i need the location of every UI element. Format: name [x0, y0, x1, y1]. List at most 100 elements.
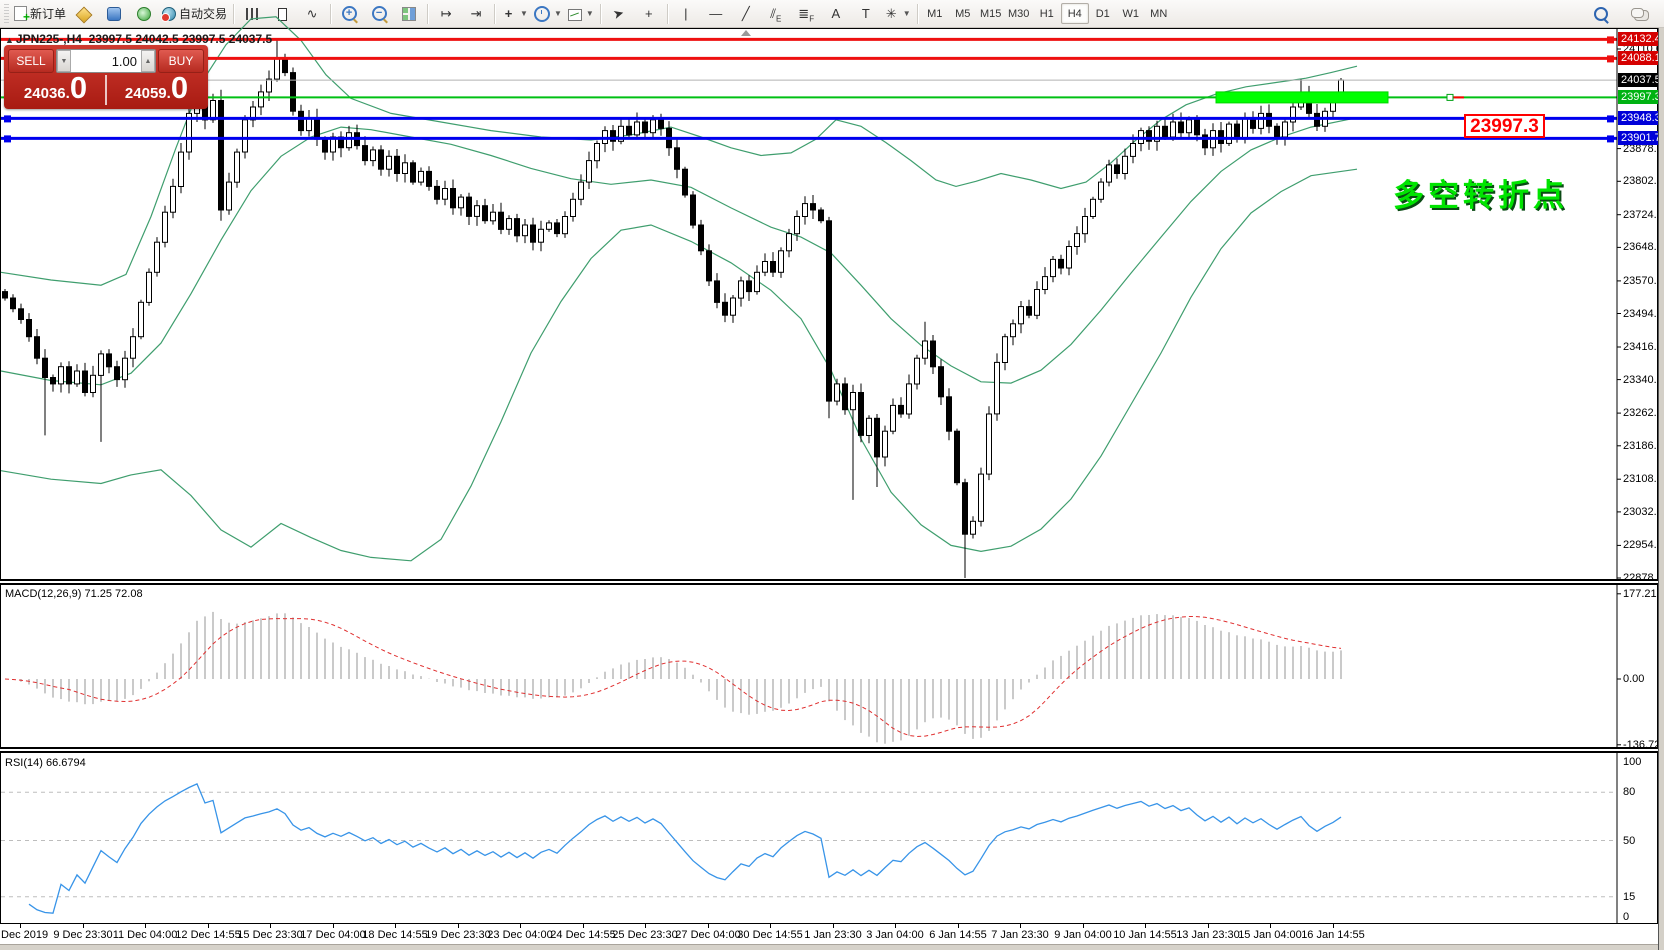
hline-button[interactable]: —: [701, 2, 731, 26]
time-tick-mark: [770, 924, 771, 928]
timeframe-button-h4[interactable]: H4: [1061, 3, 1089, 24]
price-axis-tick: 23032.0: [1623, 506, 1663, 518]
sell-price[interactable]: 24036.0: [8, 75, 103, 105]
time-axis-label: 25 Dec 23:30: [612, 929, 677, 941]
timeframe-button-mn[interactable]: MN: [1145, 3, 1173, 24]
time-tick-mark: [645, 924, 646, 928]
dropdown-arrow-icon[interactable]: ▼: [903, 9, 911, 18]
metaeditor-button[interactable]: [69, 2, 99, 26]
volume-input[interactable]: 1.00: [71, 54, 141, 69]
zoom-out-button[interactable]: −: [364, 2, 394, 26]
macd-axis-tick: 0.00: [1623, 673, 1644, 685]
sell-button[interactable]: SELL: [8, 49, 54, 73]
green-line-handle: [1447, 94, 1453, 100]
buy-price-big-digit: 0: [171, 75, 188, 101]
tile-windows-button[interactable]: [394, 2, 424, 26]
price-axis-tick: 23416.0: [1623, 341, 1663, 353]
timeframe-button-m5[interactable]: M5: [949, 3, 977, 24]
status-strip: [0, 944, 1664, 950]
symbol-marker-icon: ▲: [5, 35, 14, 45]
time-axis[interactable]: 6 Dec 20199 Dec 23:3011 Dec 04:0012 Dec …: [0, 924, 1658, 944]
line-chart-icon: ∿: [305, 6, 320, 21]
vline-button[interactable]: |: [671, 2, 701, 26]
arrows-button[interactable]: ✳▼: [881, 2, 914, 26]
time-tick-mark: [708, 924, 709, 928]
time-axis-label: 15 Dec 23:30: [237, 929, 302, 941]
text-label-button[interactable]: T: [851, 2, 881, 26]
buy-price[interactable]: 24059.0: [109, 75, 204, 105]
channel-button[interactable]: ⫽E: [761, 2, 791, 26]
periods-icon: [534, 6, 550, 22]
price-axis-tick: 23340.0: [1623, 374, 1663, 386]
price-tag-label[interactable]: 23997.3: [1464, 114, 1545, 138]
line-chart-button[interactable]: ∿: [297, 2, 327, 26]
rsi-pane[interactable]: 8050151000RSI(14) 66.6794: [0, 752, 1658, 924]
time-axis-label: 9 Jan 04:00: [1054, 929, 1112, 941]
toolbar-separator: [330, 4, 331, 24]
auto-scroll-button[interactable]: ↦: [431, 2, 461, 26]
bar-chart-button[interactable]: [237, 2, 267, 26]
rsi-level-label: 50: [1623, 835, 1635, 847]
search-button[interactable]: [1586, 2, 1616, 26]
templates-button[interactable]: ▼: [565, 2, 597, 26]
dropdown-arrow-icon[interactable]: ▼: [554, 9, 562, 18]
volume-increase-button[interactable]: ▲: [141, 50, 155, 72]
macd-canvas[interactable]: [1, 585, 1659, 749]
chart-window[interactable]: ▲JPN225-,H4 23997.5 24042.5 23997.5 2403…: [0, 28, 1658, 950]
time-axis-label: 6 Dec 2019: [0, 929, 48, 941]
signals-button[interactable]: [129, 2, 159, 26]
time-axis-label: 19 Dec 23:30: [425, 929, 490, 941]
text-button[interactable]: A: [821, 2, 851, 26]
chinese-annotation[interactable]: 多空转折点: [1393, 170, 1568, 215]
time-tick-mark: [1333, 924, 1334, 928]
time-tick-mark: [833, 924, 834, 928]
auto-scroll-icon: ↦: [439, 6, 454, 21]
timeframe-button-m1[interactable]: M1: [921, 3, 949, 24]
chat-button[interactable]: [1626, 2, 1656, 26]
macd-label: MACD(12,26,9) 71.25 72.08: [5, 588, 143, 600]
fibonacci-button[interactable]: ≣F: [791, 2, 821, 26]
macd-pane[interactable]: MACD(12,26,9) 71.25 72.08177.210.00-136.…: [0, 584, 1658, 748]
zoom-in-button[interactable]: +: [334, 2, 364, 26]
crosshair-button[interactable]: +: [634, 2, 664, 26]
price-chart-canvas[interactable]: [1, 29, 1659, 581]
periods-button[interactable]: ▼: [531, 2, 565, 26]
time-tick-mark: [1083, 924, 1084, 928]
time-axis-label: 6 Jan 14:55: [929, 929, 987, 941]
time-axis-label: 7 Jan 23:30: [991, 929, 1049, 941]
rsi-bound-top: 100: [1623, 756, 1641, 768]
chart-shift-button[interactable]: ⇥: [461, 2, 491, 26]
one-click-trading-panel: SELL▼1.00▲BUY24036.024059.0: [4, 45, 208, 109]
trendline-button[interactable]: ╱: [731, 2, 761, 26]
price-axis-tick: 23648.0: [1623, 241, 1663, 253]
rsi-canvas[interactable]: [1, 753, 1659, 925]
timeframe-button-w1[interactable]: W1: [1117, 3, 1145, 24]
price-axis-tick: 23802.0: [1623, 175, 1663, 187]
time-axis-label: 18 Dec 14:55: [362, 929, 427, 941]
timeframe-button-d1[interactable]: D1: [1089, 3, 1117, 24]
timeframe-button-m15[interactable]: M15: [977, 3, 1005, 24]
price-chart-pane[interactable]: ▲JPN225-,H4 23997.5 24042.5 23997.5 2403…: [0, 28, 1658, 580]
timeframe-button-h1[interactable]: H1: [1033, 3, 1061, 24]
terminal-button[interactable]: [99, 2, 129, 26]
time-tick-mark: [1208, 924, 1209, 928]
indicators-button[interactable]: +▼: [498, 2, 531, 26]
main-toolbar: 新订单自动交易∿+−↦⇥+▼▼▼➤+|—╱⫽E≣FAT✳▼M1M5M15M30H…: [0, 0, 1664, 28]
line-handle: [4, 135, 11, 142]
price-axis-tick: 23108.0: [1623, 473, 1663, 485]
zoom-in-icon: +: [342, 6, 357, 21]
candles-group: [3, 39, 1344, 578]
new-order-button[interactable]: 新订单: [11, 2, 69, 26]
green-zone-bar: [1216, 92, 1388, 103]
autotrading-button[interactable]: 自动交易: [159, 2, 230, 26]
cursor-button[interactable]: ➤: [604, 2, 634, 26]
volume-decrease-button[interactable]: ▼: [57, 50, 71, 72]
bollinger-lower-band: [1, 169, 1357, 561]
time-axis-label: 1 Jan 23:30: [804, 929, 862, 941]
time-axis-label: 24 Dec 14:55: [550, 929, 615, 941]
dropdown-arrow-icon[interactable]: ▼: [586, 9, 594, 18]
line-handle: [1607, 36, 1614, 43]
timeframe-button-m30[interactable]: M30: [1005, 3, 1033, 24]
zoom-plus-glyph: +: [344, 6, 355, 21]
dropdown-arrow-icon[interactable]: ▼: [520, 9, 528, 18]
